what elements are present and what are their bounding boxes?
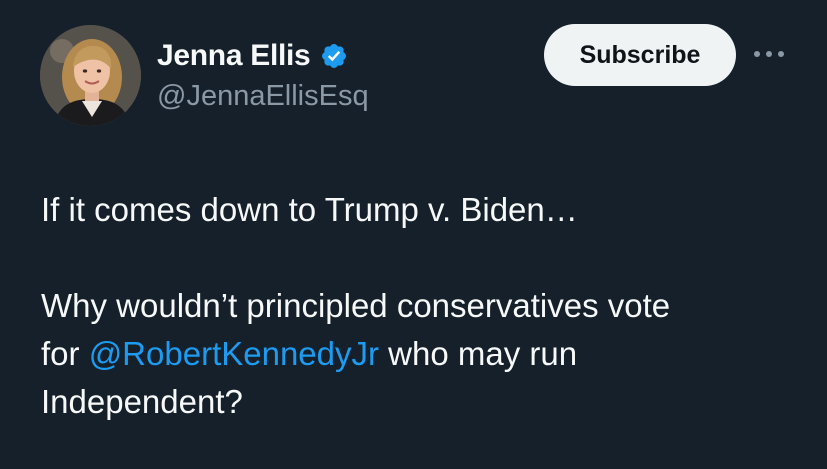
subscribe-button[interactable]: Subscribe [544, 24, 736, 86]
more-options-icon[interactable] [754, 44, 784, 64]
display-name[interactable]: Jenna Ellis [157, 39, 311, 73]
mention-link[interactable]: @RobertKennedyJr [89, 335, 379, 372]
tweet-text-fragment: who may run [379, 335, 578, 372]
avatar[interactable] [40, 25, 141, 126]
author-name-row: Jenna Ellis [157, 36, 348, 76]
more-dot [778, 51, 784, 57]
tweet-line: for @RobertKennedyJr who may run [41, 330, 801, 378]
user-handle[interactable]: @JennaEllisEsq [157, 80, 369, 113]
tweet-line: Independent? [41, 383, 243, 420]
avatar-photo [40, 25, 141, 126]
more-dot [766, 51, 772, 57]
verified-badge-icon [320, 42, 348, 70]
more-dot [754, 51, 760, 57]
tweet-line: Why wouldn’t principled conservatives vo… [41, 287, 671, 324]
tweet-line: If it comes down to Trump v. Biden… [41, 191, 578, 228]
tweet-text: If it comes down to Trump v. Biden… Why … [41, 186, 801, 426]
tweet-card: Jenna Ellis @JennaEllisEsq Subscribe If … [0, 0, 827, 469]
tweet-text-fragment: for [41, 335, 89, 372]
